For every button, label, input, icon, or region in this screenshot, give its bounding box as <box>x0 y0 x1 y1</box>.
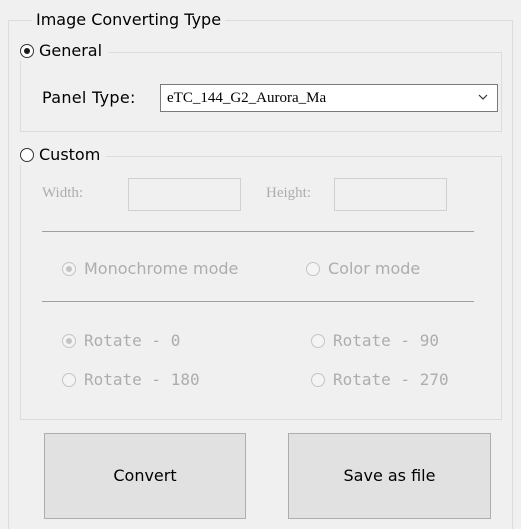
height-label: Height: <box>266 185 311 201</box>
rotate-90-radio[interactable]: Rotate - 90 <box>311 331 439 351</box>
save-as-file-button[interactable]: Save as file <box>288 433 491 519</box>
panel-type-value: eTC_144_G2_Aurora_Ma <box>167 90 327 106</box>
rotate-0-radio[interactable]: Rotate - 0 <box>62 331 180 351</box>
monochrome-mode-radio[interactable]: Monochrome mode <box>62 259 238 279</box>
rotate-270-indicator[interactable] <box>311 373 325 387</box>
custom-radio[interactable]: Custom <box>20 145 107 165</box>
rotate-180-indicator[interactable] <box>62 373 76 387</box>
general-radio[interactable]: General <box>20 41 109 61</box>
rotate-180-label: Rotate - 180 <box>84 370 200 389</box>
custom-radio-indicator[interactable] <box>20 148 34 162</box>
monochrome-mode-indicator[interactable] <box>62 262 76 276</box>
width-input[interactable] <box>128 178 241 211</box>
general-radio-indicator[interactable] <box>20 44 34 58</box>
custom-radio-label: Custom <box>39 145 101 164</box>
height-input[interactable] <box>334 178 447 211</box>
separator-2 <box>42 301 474 302</box>
chevron-down-icon[interactable] <box>477 91 489 103</box>
separator-1 <box>42 231 474 232</box>
width-label: Width: <box>42 185 84 201</box>
color-mode-label: Color mode <box>328 259 421 278</box>
color-mode-radio[interactable]: Color mode <box>306 259 420 279</box>
rotate-0-label: Rotate - 0 <box>84 331 181 350</box>
rotate-90-indicator[interactable] <box>311 334 325 348</box>
general-radio-label: General <box>39 41 103 60</box>
rotate-180-radio[interactable]: Rotate - 180 <box>62 370 200 390</box>
rotate-90-label: Rotate - 90 <box>333 331 439 350</box>
image-converter-window: Image Converting Type General Panel Type… <box>0 0 521 529</box>
rotate-270-radio[interactable]: Rotate - 270 <box>311 370 449 390</box>
panel-type-label: Panel Type: <box>42 88 136 107</box>
image-converting-type-title: Image Converting Type <box>32 10 226 30</box>
monochrome-mode-label: Monochrome mode <box>84 259 239 278</box>
rotate-270-label: Rotate - 270 <box>333 370 449 389</box>
rotate-0-indicator[interactable] <box>62 334 76 348</box>
panel-type-dropdown[interactable]: eTC_144_G2_Aurora_Ma <box>160 84 498 112</box>
convert-button[interactable]: Convert <box>44 433 246 519</box>
color-mode-indicator[interactable] <box>306 262 320 276</box>
